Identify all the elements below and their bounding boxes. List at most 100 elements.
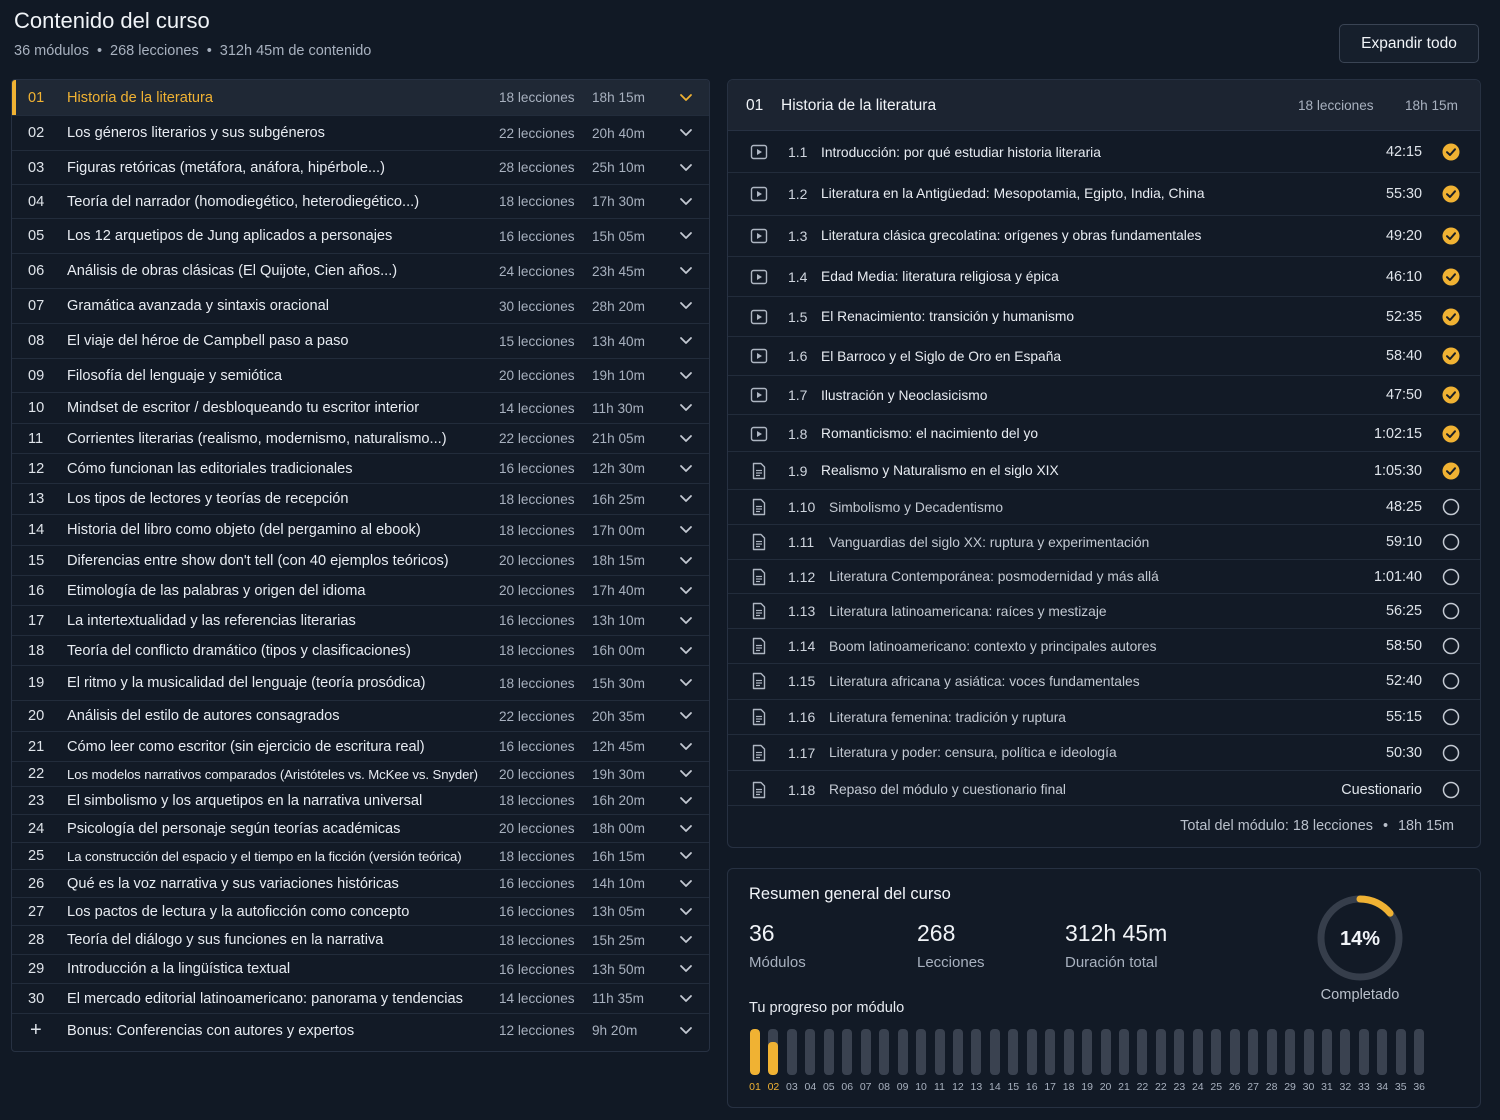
lesson-row[interactable]: 1.1 Introducción: por qué estudiar histor… xyxy=(728,131,1480,173)
chevron-wrap[interactable] xyxy=(679,676,693,690)
chevron-wrap[interactable] xyxy=(679,554,693,568)
chevron-wrap[interactable] xyxy=(679,849,693,863)
module-row[interactable]: 10 Mindset de escritor / desbloqueando tu… xyxy=(12,392,709,423)
module-detail-header[interactable]: 01 Historia de la literatura 18 leccione… xyxy=(728,80,1480,131)
lesson-row[interactable]: 1.3 Literatura clásica grecolatina: oríge… xyxy=(728,215,1480,255)
module-row[interactable]: 14 Historia del libro como objeto (del pe… xyxy=(12,514,709,545)
lesson-status-wrap[interactable] xyxy=(1442,386,1460,404)
lesson-status-wrap[interactable] xyxy=(1442,498,1460,516)
lesson-status-wrap[interactable] xyxy=(1442,602,1460,620)
module-row[interactable]: 08 El viaje del héroe de Campbell paso a … xyxy=(12,323,709,358)
module-row[interactable]: 23 El simbolismo y los arquetipos en la n… xyxy=(12,786,709,814)
lesson-row[interactable]: 1.6 El Barroco y el Siglo de Oro en Españ… xyxy=(728,336,1480,375)
chevron-wrap[interactable] xyxy=(679,709,693,723)
module-row[interactable]: 30 El mercado editorial latinoamericano: … xyxy=(12,983,709,1013)
module-row[interactable]: 15 Diferencias entre show don't tell (con… xyxy=(12,545,709,575)
chevron-wrap[interactable] xyxy=(679,462,693,476)
lesson-row[interactable]: 1.2 Literatura en la Antigüedad: Mesopota… xyxy=(728,172,1480,214)
chevron-wrap[interactable] xyxy=(679,614,693,628)
lesson-row[interactable]: 1.8 Romanticismo: el nacimiento del yo 1:0… xyxy=(728,414,1480,452)
lesson-status-wrap[interactable] xyxy=(1442,708,1460,726)
chevron-wrap[interactable] xyxy=(679,794,693,808)
module-row-bonus[interactable]: + Bonus: Conferencias con autores y exper… xyxy=(12,1013,709,1047)
lesson-status-wrap[interactable] xyxy=(1442,672,1460,690)
module-row[interactable]: 25 La construcción del espacio y el tiemp… xyxy=(12,842,709,869)
lesson-status-wrap[interactable] xyxy=(1442,268,1460,286)
lesson-row[interactable]: 1.13 Literatura latinoamericana: raíces y… xyxy=(728,593,1480,628)
lesson-status-wrap[interactable] xyxy=(1442,637,1460,655)
module-row[interactable]: 20 Análisis del estilo de autores consagr… xyxy=(12,700,709,731)
module-row[interactable]: 01 Historia de la literatura 18 lecciones 1… xyxy=(12,80,709,115)
module-row[interactable]: 24 Psicología del personaje según teorías… xyxy=(12,814,709,842)
lesson-row[interactable]: 1.12 Literatura Contemporánea: posmoderni… xyxy=(728,559,1480,593)
chevron-wrap[interactable] xyxy=(679,767,693,781)
module-row[interactable]: 16 Etimología de las palabras y origen de… xyxy=(12,575,709,605)
module-row[interactable]: 18 Teoría del conflicto dramático (tipos … xyxy=(12,635,709,665)
chevron-wrap[interactable] xyxy=(679,126,693,140)
module-row[interactable]: 11 Corrientes literarias (realismo, moder… xyxy=(12,423,709,453)
chevron-wrap[interactable] xyxy=(679,1024,693,1038)
module-row[interactable]: 26 Qué es la voz narrativa y sus variacio… xyxy=(12,869,709,897)
lesson-row[interactable]: 1.7 Ilustración y Neoclasicismo 47:50 xyxy=(728,375,1480,414)
chevron-wrap[interactable] xyxy=(679,644,693,658)
chevron-wrap[interactable] xyxy=(679,523,693,537)
lesson-status-wrap[interactable] xyxy=(1442,347,1460,365)
lesson-status-wrap[interactable] xyxy=(1442,568,1460,586)
lesson-status-wrap[interactable] xyxy=(1442,781,1460,799)
lesson-row[interactable]: 1.10 Simbolismo y Decadentismo 48:25 xyxy=(728,489,1480,524)
module-row[interactable]: 29 Introducción a la lingüística textual 1… xyxy=(12,954,709,983)
chevron-wrap[interactable] xyxy=(679,492,693,506)
lesson-status-wrap[interactable] xyxy=(1442,533,1460,551)
module-row[interactable]: 07 Gramática avanzada y sintaxis oraciona… xyxy=(12,288,709,323)
lesson-row[interactable]: 1.14 Boom latinoamericano: contexto y pri… xyxy=(728,628,1480,663)
lesson-row[interactable]: 1.18 Repaso del módulo y cuestionario fin… xyxy=(728,770,1480,808)
chevron-wrap[interactable] xyxy=(679,299,693,313)
chevron-wrap[interactable] xyxy=(679,740,693,754)
lesson-status-wrap[interactable] xyxy=(1442,308,1460,326)
module-row[interactable]: 19 El ritmo y la musicalidad del lenguaje… xyxy=(12,665,709,700)
chevron-wrap[interactable] xyxy=(679,584,693,598)
lesson-row[interactable]: 1.11 Vanguardias del siglo XX: ruptura y … xyxy=(728,524,1480,559)
lesson-status-wrap[interactable] xyxy=(1442,185,1460,203)
module-row[interactable]: 02 Los géneros literarios y sus subgénero… xyxy=(12,115,709,150)
lesson-row[interactable]: 1.16 Literatura femenina: tradición y rup… xyxy=(728,699,1480,734)
module-row[interactable]: 06 Análisis de obras clásicas (El Quijote… xyxy=(12,253,709,288)
chevron-wrap[interactable] xyxy=(679,905,693,919)
lesson-row[interactable]: 1.4 Edad Media: literatura religiosa y ép… xyxy=(728,256,1480,296)
lesson-status-wrap[interactable] xyxy=(1442,425,1460,443)
lesson-row[interactable]: 1.5 El Renacimiento: transición y humanis… xyxy=(728,296,1480,336)
lesson-row[interactable]: 1.17 Literatura y poder: censura, polític… xyxy=(728,734,1480,770)
chevron-wrap[interactable] xyxy=(679,822,693,836)
chevron-wrap[interactable] xyxy=(679,91,693,105)
module-row[interactable]: 12 Cómo funcionan las editoriales tradici… xyxy=(12,453,709,483)
module-row[interactable]: 05 Los 12 arquetipos de Jung aplicados a … xyxy=(12,218,709,253)
lesson-row[interactable]: 1.15 Literatura africana y asiática: voce… xyxy=(728,663,1480,698)
chevron-wrap[interactable] xyxy=(679,334,693,348)
module-row[interactable]: 03 Figuras retóricas (metáfora, anáfora, … xyxy=(12,150,709,184)
chevron-wrap[interactable] xyxy=(679,992,693,1006)
chevron-wrap[interactable] xyxy=(679,264,693,278)
lesson-status-wrap[interactable] xyxy=(1442,227,1460,245)
module-row[interactable]: 04 Teoría del narrador (homodiegético, he… xyxy=(12,184,709,218)
lesson-status-wrap[interactable] xyxy=(1442,143,1460,161)
expand-all-button[interactable]: Expandir todo xyxy=(1339,24,1479,63)
module-row[interactable]: 09 Filosofía del lenguaje y semiótica 20 l… xyxy=(12,358,709,392)
chevron-wrap[interactable] xyxy=(679,877,693,891)
chevron-wrap[interactable] xyxy=(679,229,693,243)
chevron-wrap[interactable] xyxy=(679,369,693,383)
chevron-wrap[interactable] xyxy=(679,195,693,209)
module-row[interactable]: 27 Los pactos de lectura y la autoficción… xyxy=(12,897,709,925)
lesson-status-wrap[interactable] xyxy=(1442,744,1460,762)
chevron-wrap[interactable] xyxy=(679,933,693,947)
module-row[interactable]: 22 Los modelos narrativos comparados (Ari… xyxy=(12,761,709,786)
lesson-row[interactable]: 1.9 Realismo y Naturalismo en el siglo XI… xyxy=(728,451,1480,489)
chevron-wrap[interactable] xyxy=(679,401,693,415)
chevron-wrap[interactable] xyxy=(679,432,693,446)
module-row[interactable]: 17 La intertextualidad y las referencias … xyxy=(12,605,709,635)
module-row[interactable]: 21 Cómo leer como escritor (sin ejercicio… xyxy=(12,731,709,761)
chevron-wrap[interactable] xyxy=(679,962,693,976)
module-row[interactable]: 13 Los tipos de lectores y teorías de rec… xyxy=(12,483,709,514)
module-row[interactable]: 28 Teoría del diálogo y sus funciones en … xyxy=(12,925,709,954)
chevron-wrap[interactable] xyxy=(679,161,693,175)
lesson-status-wrap[interactable] xyxy=(1442,462,1460,480)
